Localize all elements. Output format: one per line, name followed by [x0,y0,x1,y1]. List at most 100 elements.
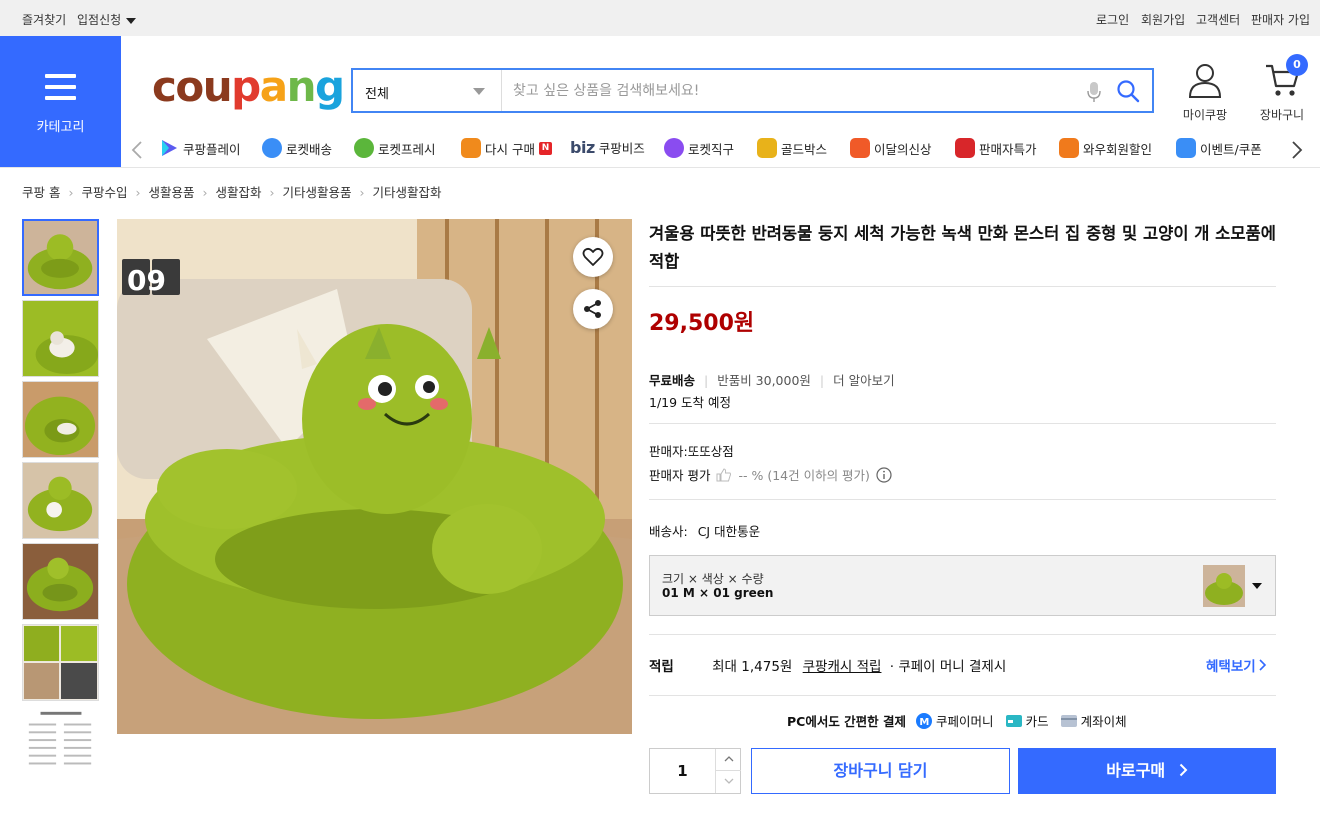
catnav-item[interactable]: 쿠팡플레이 [159,138,241,158]
search-input[interactable] [503,70,1073,111]
catnav-label: 이벤트/쿠폰 [1200,141,1262,157]
cart-count-badge: 0 [1286,54,1308,76]
bank-transfer-icon [1060,714,1077,727]
coupay-money-icon: M [916,712,933,729]
info-icon[interactable] [876,466,892,483]
coupang-cash-link[interactable]: 쿠팡캐시 적립 [803,659,882,675]
reward-label: 적립 [649,659,674,675]
breadcrumb: 쿠팡 홈 › 쿠팡수입 › 생활용품 › 생활잡화 › 기타생활용품 › 기타생활잡화 [22,182,442,201]
catnav-label: 이달의신상 [874,141,932,157]
catnav-item[interactable]: 이벤트/쿠폰 [1176,138,1262,158]
cart-label: 장바구니 [1259,108,1305,122]
chevron-right-icon [1179,763,1188,777]
benefit-link[interactable]: 혜택보기 [1206,655,1267,675]
my-coupang-button[interactable]: 마이쿠팡 [1175,62,1235,123]
microphone-icon[interactable] [1087,81,1101,103]
customer-center-link[interactable]: 고객센터 [1196,11,1240,28]
catnav-item[interactable]: 로켓직구 [664,138,734,158]
reward-row: 적립 최대 1,475원 쿠팡캐시 적립 · 쿠페이 머니 결제시 [649,655,1006,675]
wishlist-button[interactable] [573,237,613,277]
quantity-up-button[interactable] [716,749,741,771]
quantity-stepper: 1 [649,748,741,794]
search-icon[interactable] [1116,79,1140,103]
signup-link[interactable]: 회원가입 [1141,11,1185,28]
quantity-input[interactable]: 1 [650,749,716,793]
catnav-item[interactable]: 이달의신상 [850,138,932,158]
pay-bank-label: 계좌이체 [1080,714,1127,729]
breadcrumb-item[interactable]: 쿠팡 홈 [22,185,60,200]
seller-apply-menu[interactable]: 입점신청 [77,11,137,28]
thumbnail-2[interactable] [22,300,99,377]
breadcrumb-item[interactable]: 기타생활잡화 [373,185,442,200]
thumbnail-3[interactable] [22,381,99,458]
thumbnail-4[interactable] [22,462,99,539]
catnav-item[interactable]: 다시 구매 N [461,138,552,158]
breadcrumb-item[interactable]: 쿠팡수입 [81,185,127,200]
seller-rating: 판매자 평가 -- % (14건 이하의 평가) [649,465,892,484]
catnav-item[interactable]: biz 쿠팡비즈 [570,138,645,157]
event-icon [1176,138,1196,158]
calendar-number: 09 [127,264,166,297]
my-coupang-label: 마이쿠팡 [1182,108,1228,122]
divider [649,423,1276,424]
rocket-icon [262,138,282,158]
category-label: 카테고리 [36,120,85,135]
catnav-item[interactable]: 와우회원할인 [1059,138,1152,158]
login-link[interactable]: 로그인 [1096,11,1129,28]
catnav-label: 와우회원할인 [1083,141,1153,157]
chevron-right-icon[interactable] [1291,141,1303,159]
chevron-left-icon[interactable] [131,141,143,159]
wow-icon [1059,138,1079,158]
quantity-down-button[interactable] [716,771,741,793]
shipping-info: 무료배송 | 반품비 30,000원 | 더 알아보기 [649,373,895,388]
chevron-right-icon [1259,659,1266,671]
thumbs-up-icon [716,467,732,481]
divider [649,499,1276,500]
catnav-item[interactable]: 로켓배송 [262,138,332,158]
seller-apply-label: 입점신청 [77,13,122,27]
catnav-label: 다시 구매 [485,141,535,157]
breadcrumb-separator-icon: › [359,185,365,200]
breadcrumb-item[interactable]: 생활잡화 [216,185,262,200]
chevron-up-icon [724,756,733,762]
catnav-label: 판매자특가 [979,141,1037,157]
pay-card-label: 카드 [1025,714,1049,729]
chevron-down-icon [724,778,733,784]
coupang-play-icon [159,138,179,158]
category-menu-button[interactable]: 카테고리 [0,36,121,167]
catnav-label: 골드박스 [781,141,828,157]
logo-letter: c [152,62,177,111]
easy-pay-row: PC에서도 간편한 결제 M 쿠페이머니 카드 계좌이체 [787,711,1127,730]
catnav-item[interactable]: 로켓프레시 [354,138,436,158]
dropdown-arrow-icon [473,88,485,95]
header-divider [0,167,1320,168]
add-to-cart-button[interactable]: 장바구니 담기 [751,748,1010,794]
easy-pay-title: PC에서도 간편한 결제 [787,714,907,729]
search-scope-select[interactable]: 전체 [353,70,502,111]
thumbnail-5[interactable] [22,543,99,620]
divider [649,286,1276,287]
seller-name[interactable]: 판매자:또또상점 [649,441,734,460]
main-product-image: 09 [117,219,632,734]
buy-now-label: 바로구매 [1106,761,1166,780]
learn-more-link[interactable]: 더 알아보기 [833,373,894,388]
buy-now-button[interactable]: 바로구매 [1018,748,1276,794]
share-icon [584,300,601,318]
favorites-link[interactable]: 즐겨찾기 [22,11,66,28]
catnav-item[interactable]: 판매자특가 [955,138,1037,158]
reward-max: 최대 1,475원 [712,659,793,675]
share-button[interactable] [573,289,613,329]
catnav-item[interactable]: 골드박스 [757,138,827,158]
option-select[interactable]: 크기 × 색상 × 수량 01 M × 01 green [649,555,1276,616]
hamburger-icon [45,74,76,107]
thumbnail-1[interactable] [22,219,99,296]
biz-icon: biz [570,138,595,157]
thumbnail-7[interactable] [22,705,99,782]
seller-signup-link[interactable]: 판매자 가입 [1251,11,1310,28]
coupang-logo[interactable]: coupang [152,62,345,111]
catnav-label: 로켓배송 [286,141,333,157]
breadcrumb-item[interactable]: 기타생활용품 [283,185,352,200]
catnav-label: 쿠팡플레이 [183,141,241,157]
thumbnail-6[interactable] [22,624,99,701]
breadcrumb-item[interactable]: 생활용품 [149,185,195,200]
